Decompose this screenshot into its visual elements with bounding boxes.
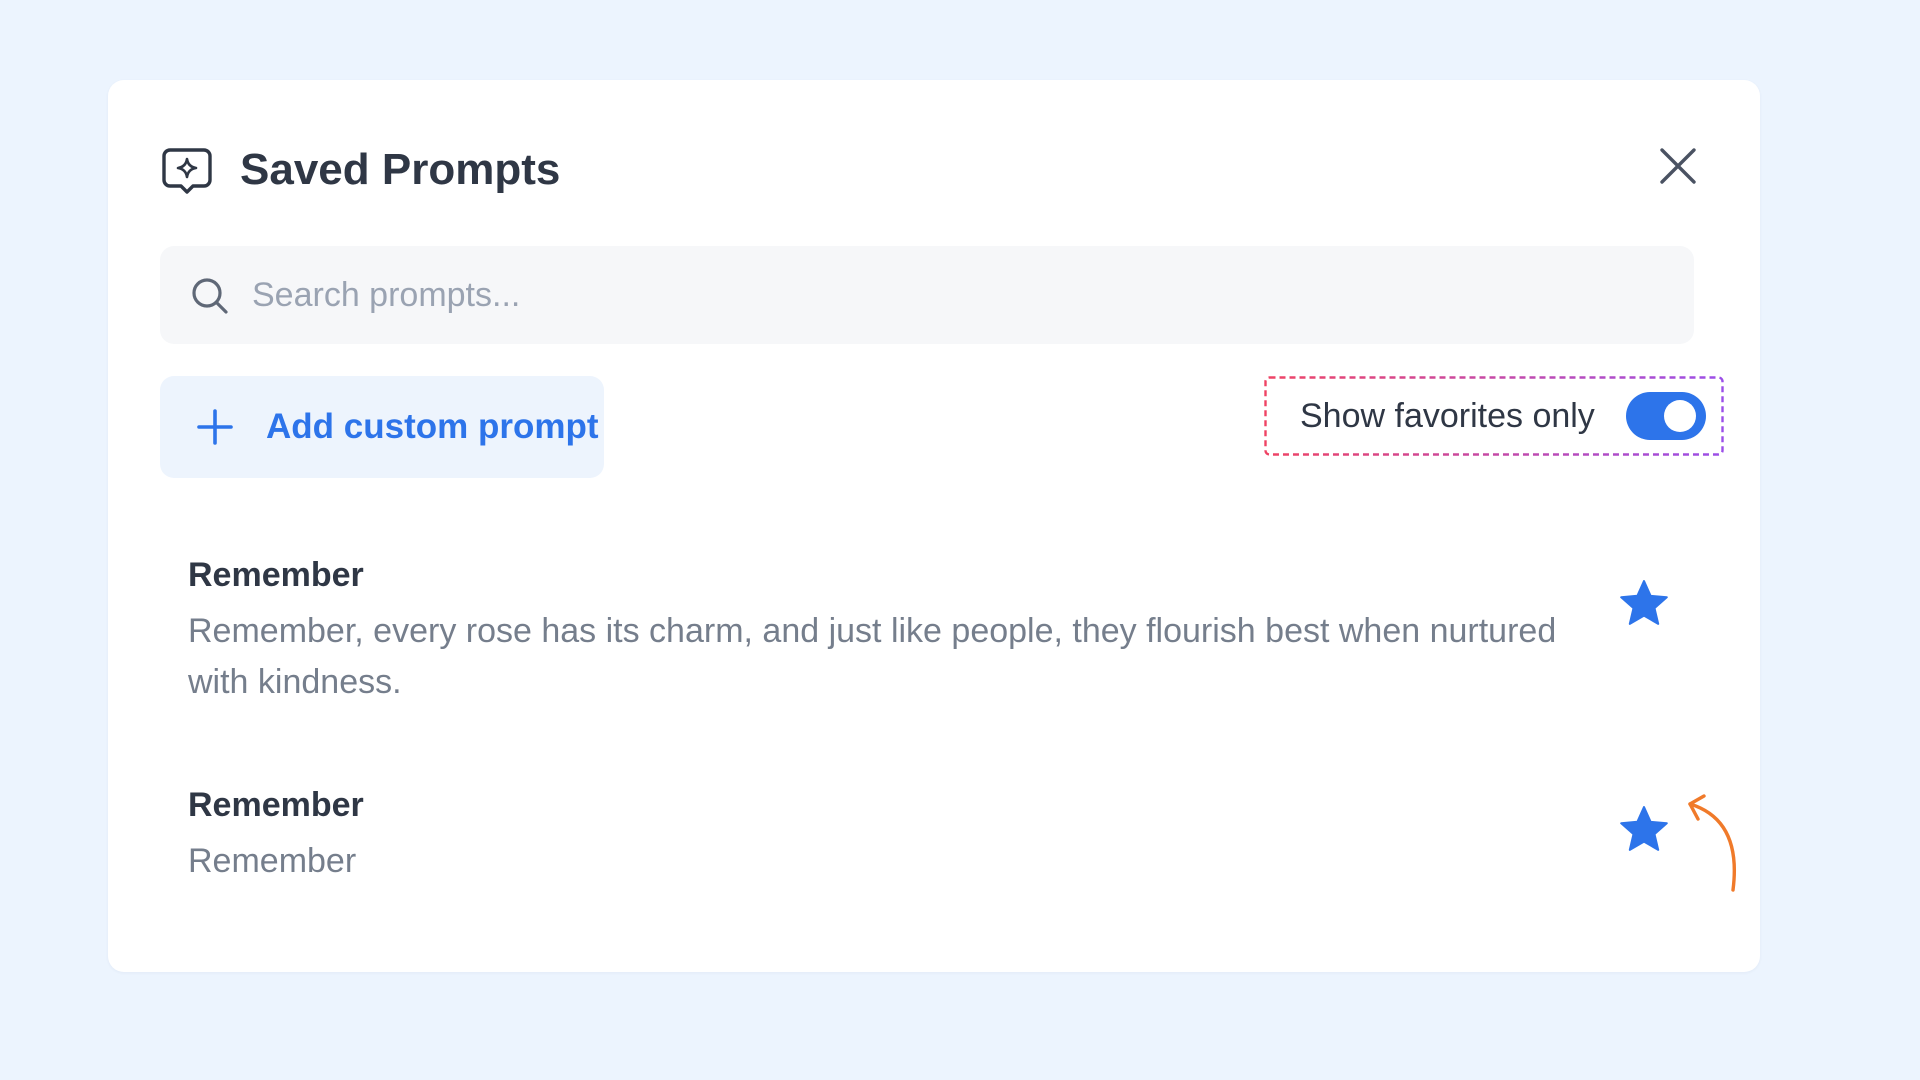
show-favorites-label: Show favorites only — [1300, 397, 1595, 435]
search-box[interactable] — [160, 246, 1694, 344]
prompt-text: Remember — [188, 842, 357, 880]
prompt-list-item[interactable]: Remember Remember, every rose has its ch… — [188, 550, 1688, 708]
prompt-title: Remember — [188, 786, 364, 824]
close-button[interactable] — [1650, 138, 1706, 194]
plus-icon — [197, 409, 233, 445]
add-custom-prompt-label: Add custom prompt — [266, 407, 599, 446]
star-icon[interactable] — [1618, 804, 1670, 856]
prompt-list-item[interactable]: Remember Remember — [188, 780, 1688, 887]
close-icon — [1660, 148, 1696, 184]
prompt-text: Remember, every rose has its charm, and … — [188, 612, 1557, 701]
star-icon[interactable] — [1618, 578, 1670, 630]
prompt-title: Remember — [188, 556, 364, 594]
favorites-toggle-switch[interactable] — [1626, 392, 1706, 440]
search-input[interactable] — [252, 246, 1672, 344]
toggle-knob — [1664, 400, 1696, 432]
curved-arrow-icon — [1688, 794, 1736, 892]
saved-prompts-dialog: Saved Prompts Add custom prompt S — [108, 80, 1760, 972]
search-icon — [192, 278, 228, 314]
chat-sparkle-icon — [162, 148, 212, 194]
dialog-title: Saved Prompts — [240, 145, 561, 194]
add-custom-prompt-button[interactable]: Add custom prompt — [160, 376, 604, 478]
show-favorites-toggle-group[interactable]: Show favorites only — [1264, 376, 1724, 456]
